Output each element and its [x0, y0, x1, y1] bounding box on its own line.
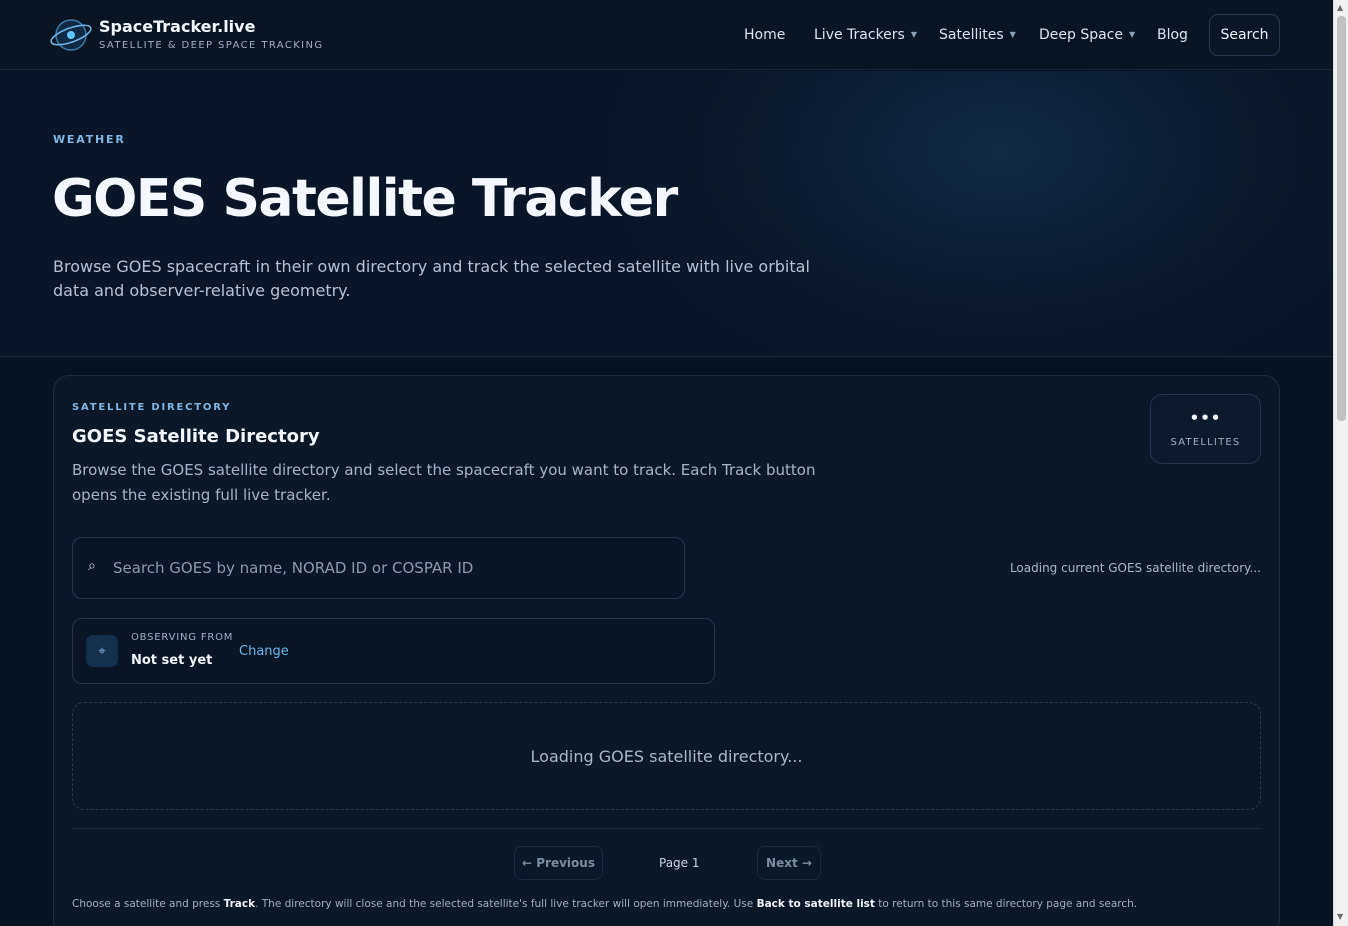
search-icon: ⌕: [88, 558, 96, 574]
next-page-button[interactable]: Next →: [757, 846, 821, 880]
chevron-down-icon: ▼: [910, 30, 917, 39]
hero-description: Browse GOES spacecraft in their own dire…: [53, 257, 810, 300]
directory-search-input[interactable]: [113, 554, 673, 582]
nav-live-trackers-label: Live Trackers: [814, 27, 905, 43]
top-navbar: SpaceTracker.live SATELLITE & DEEP SPACE…: [0, 0, 1333, 70]
nav-home[interactable]: Home: [744, 27, 785, 43]
chevron-down-icon: ▼: [1129, 30, 1136, 39]
observer-change-link[interactable]: Change: [239, 644, 289, 659]
nav-blog[interactable]: Blog: [1157, 27, 1188, 43]
search-button[interactable]: Search: [1209, 14, 1280, 56]
observer-value: Not set yet: [131, 653, 213, 668]
directory-loading-placeholder: Loading GOES satellite directory...: [72, 702, 1261, 810]
nav-home-label: Home: [744, 27, 786, 43]
footnote-text-1: Choose a satellite and press: [72, 898, 224, 910]
footnote-text-3: to return to this same directory page an…: [874, 898, 1138, 910]
nav-deep-space-label: Deep Space: [1039, 27, 1124, 43]
directory-eyebrow: SATELLITE DIRECTORY: [72, 402, 232, 413]
nav-blog-label: Blog: [1157, 27, 1188, 43]
scrollbar-thumb[interactable]: [1337, 16, 1346, 421]
hero-eyebrow: WEATHER: [53, 133, 126, 146]
page-scrollbar[interactable]: ▲ ▼: [1333, 0, 1348, 926]
nav-live-trackers[interactable]: Live Trackers ▼: [814, 27, 917, 43]
brand-tagline: SATELLITE & DEEP SPACE TRACKING: [99, 40, 324, 51]
page: SpaceTracker.live SATELLITE & DEEP SPACE…: [0, 0, 1333, 926]
directory-title: GOES Satellite Directory: [72, 426, 320, 447]
satellite-count-value: •••: [1189, 409, 1222, 427]
page-indicator: Page 1: [659, 856, 700, 870]
nav-deep-space[interactable]: Deep Space ▼: [1039, 27, 1135, 43]
footnote-text-2: . The directory will close and the selec…: [255, 898, 757, 910]
divider: [72, 828, 1261, 829]
scroll-up-arrow-icon[interactable]: ▲: [1337, 3, 1343, 12]
directory-footnote: Choose a satellite and press Track. The …: [72, 898, 1137, 910]
hero-section: WEATHER GOES Satellite Tracker Browse GO…: [0, 71, 1333, 357]
directory-status: Loading current GOES satellite directory…: [1009, 561, 1261, 575]
scroll-down-arrow-icon[interactable]: ▼: [1337, 912, 1343, 921]
crosshair-icon: ⌖: [86, 635, 118, 667]
nav-satellites-label: Satellites: [939, 27, 1004, 43]
footnote-back-link: Back to satellite list: [756, 898, 875, 910]
directory-description: Browse the GOES satellite directory and …: [72, 461, 816, 504]
observer-label: OBSERVING FROM: [131, 632, 234, 643]
chevron-down-icon: ▼: [1009, 30, 1016, 39]
satellite-count-label: SATELLITES: [1170, 437, 1241, 448]
previous-page-button[interactable]: ← Previous: [514, 846, 603, 880]
observer-location-panel: ⌖ OBSERVING FROM Not set yet Change: [72, 618, 715, 684]
brand-name[interactable]: SpaceTracker.live: [99, 17, 255, 36]
satellite-directory-card: SATELLITE DIRECTORY GOES Satellite Direc…: [53, 375, 1280, 926]
nav-satellites[interactable]: Satellites ▼: [939, 27, 1016, 43]
directory-search-field[interactable]: ⌕: [72, 537, 685, 599]
satellite-count-badge: ••• SATELLITES: [1150, 394, 1261, 464]
orbit-logo-icon[interactable]: [49, 16, 93, 54]
page-title: GOES Satellite Tracker: [52, 169, 678, 229]
footnote-track: Track: [223, 898, 256, 910]
